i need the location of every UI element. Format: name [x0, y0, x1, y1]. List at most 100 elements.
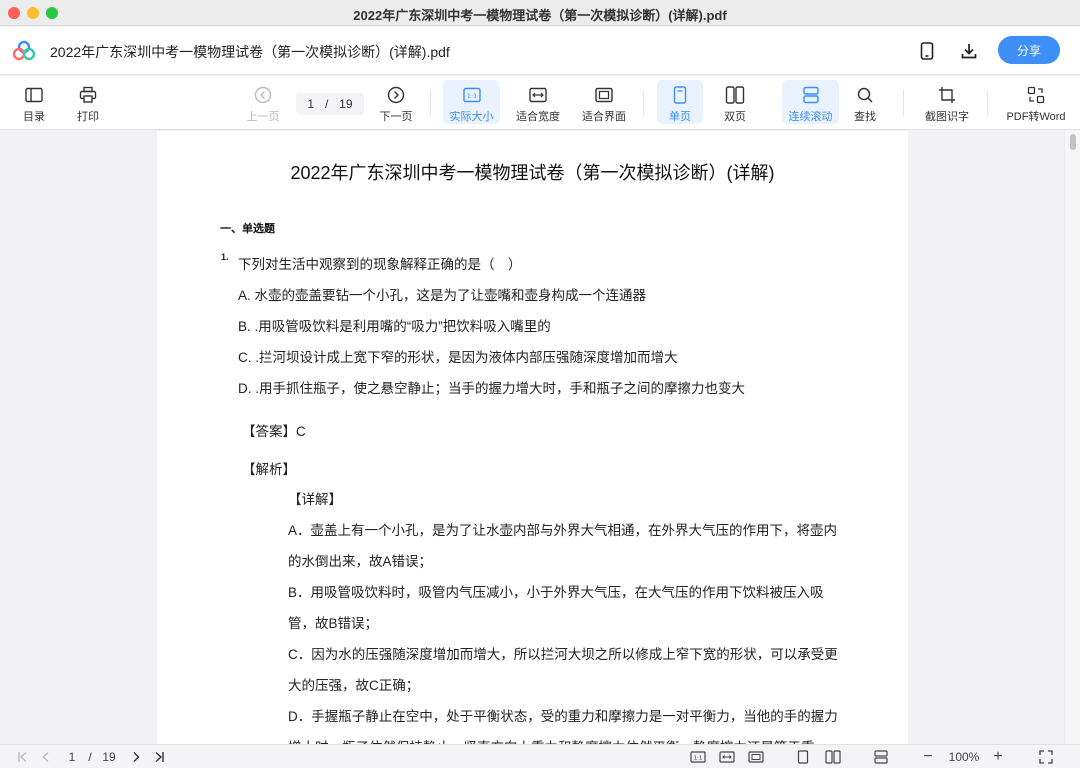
- toolbar: 目录 打印 上一页 1 / 19 下一页 1:1 实际大小 适合宽度 适合界面 …: [0, 76, 1080, 130]
- answer-line: 【答案】C: [242, 420, 306, 440]
- search-label: 查找: [854, 111, 876, 123]
- app-logo-icon: [12, 39, 36, 63]
- detail-line: B．用吸管吸饮料时，吸管内气压减小，小于外界大气压，在大气压的作用下饮料被压入吸: [288, 585, 824, 600]
- vertical-scrollbar[interactable]: [1064, 131, 1080, 744]
- answer-label: 【答案】: [242, 424, 296, 439]
- detail-line: D．手握瓶子静止在空中，处于平衡状态，受的重力和摩擦力是一对平衡力，当他的手的握…: [288, 709, 838, 724]
- svg-text:1:1: 1:1: [466, 92, 476, 100]
- fit-width-button[interactable]: 适合宽度: [512, 80, 564, 124]
- prev-page-icon[interactable]: [38, 748, 54, 766]
- zoom-out-button[interactable]: −: [918, 748, 938, 766]
- single-page-label: 单页: [669, 111, 691, 123]
- toolbar-divider: [430, 90, 431, 116]
- question-number: 1.: [221, 252, 229, 262]
- chevron-right-circle-icon: [387, 84, 405, 106]
- prev-page-button[interactable]: 上一页: [243, 80, 283, 124]
- share-button[interactable]: 分享: [998, 36, 1060, 64]
- toc-label: 目录: [23, 111, 45, 123]
- printer-icon: [79, 84, 97, 106]
- option-d: D. .用手抓住瓶子，使之悬空静止；当手的握力增大时，手和瓶子之间的摩擦力也变大: [238, 381, 746, 396]
- answer-value: C: [296, 424, 306, 439]
- document-viewer[interactable]: 2022年广东深圳中考一模物理试卷（第一次模拟诊断）(详解) 一、单选题 1. …: [0, 131, 1080, 744]
- option-c: C. .拦河坝设计成上宽下窄的形状，是因为液体内部压强随深度增加而增大: [238, 350, 678, 365]
- analysis-label: 【解析】: [242, 462, 296, 477]
- status-page-separator: /: [88, 750, 92, 764]
- page-number-box[interactable]: 1 / 19: [296, 93, 364, 115]
- status-total-pages: 19: [102, 750, 116, 764]
- search-button[interactable]: 查找: [845, 80, 885, 124]
- screenshot-ocr-button[interactable]: 截图识字: [920, 80, 974, 124]
- double-page-label: 双页: [724, 111, 746, 123]
- detail-line: C．因为水的压强随深度增加而增大，所以拦河大坝之所以修成上窄下宽的形状，可以承受…: [288, 647, 838, 662]
- status-bar: 1 / 19 1:1 − 100% +: [0, 744, 1080, 768]
- single-page-icon[interactable]: [793, 748, 813, 766]
- fullscreen-icon[interactable]: [1036, 748, 1056, 766]
- fit-screen-icon[interactable]: [746, 748, 766, 766]
- convert-icon: [1027, 84, 1045, 106]
- pdf-page: 2022年广东深圳中考一模物理试卷（第一次模拟诊断）(详解) 一、单选题 1. …: [157, 131, 908, 744]
- pdf-to-word-button[interactable]: PDF转Word: [1003, 80, 1069, 124]
- toolbar-divider: [987, 90, 988, 116]
- download-icon[interactable]: [957, 39, 981, 63]
- detail-line: A．壶盖上有一个小孔，是为了让水壶内部与外界大气相通，在外界大气压的作用下，将壶…: [288, 523, 838, 538]
- single-page-button[interactable]: 单页: [657, 80, 703, 124]
- option-a: A. 水壶的壶盖要钻一个小孔，这是为了让壶嘴和壶身构成一个连通器: [238, 288, 647, 303]
- option-b: B. .用吸管吸饮料是利用嘴的“吸力”把饮料吸入嘴里的: [238, 319, 551, 334]
- svg-text:1:1: 1:1: [694, 756, 703, 762]
- detail-label: 【详解】: [288, 492, 342, 507]
- chevron-left-circle-icon: [254, 84, 272, 106]
- actual-size-icon: 1:1: [462, 84, 481, 106]
- continuous-scroll-icon: [802, 84, 820, 106]
- search-icon: [856, 84, 874, 106]
- double-page-icon: [725, 84, 745, 106]
- toc-icon: [25, 84, 43, 106]
- total-pages: 19: [339, 97, 353, 111]
- zoom-in-button[interactable]: +: [988, 748, 1008, 766]
- title-bar: 2022年广东深圳中考一模物理试卷（第一次模拟诊断）(详解).pdf: [0, 0, 1080, 26]
- status-current-page[interactable]: 1: [64, 748, 80, 766]
- prev-page-label: 上一页: [246, 111, 280, 123]
- app-header: 2022年广东深圳中考一模物理试卷（第一次模拟诊断）(详解).pdf 分享: [0, 27, 1080, 75]
- toolbar-divider: [903, 90, 904, 116]
- pdf-document-heading: 2022年广东深圳中考一模物理试卷（第一次模拟诊断）(详解): [290, 163, 775, 183]
- continuous-scroll-button[interactable]: 连续滚动: [782, 80, 839, 124]
- fit-screen-button[interactable]: 适合界面: [578, 80, 630, 124]
- current-page-input[interactable]: 1: [307, 97, 314, 111]
- continuous-scroll-icon[interactable]: [870, 748, 892, 766]
- screenshot-ocr-label: 截图识字: [925, 111, 969, 123]
- phone-icon[interactable]: [915, 39, 939, 63]
- single-page-icon: [673, 84, 687, 106]
- actual-size-icon[interactable]: 1:1: [688, 748, 708, 766]
- detail-line: 大的压强，故C正确；: [288, 678, 420, 693]
- actual-size-button[interactable]: 1:1 实际大小: [443, 80, 500, 124]
- fit-width-icon: [529, 84, 547, 106]
- fit-screen-icon: [595, 84, 613, 106]
- print-label: 打印: [77, 111, 99, 123]
- scroll-thumb[interactable]: [1070, 134, 1076, 150]
- toc-button[interactable]: 目录: [14, 80, 54, 124]
- double-page-button[interactable]: 双页: [712, 80, 758, 124]
- document-title: 2022年广东深圳中考一模物理试卷（第一次模拟诊断）(详解).pdf: [50, 44, 450, 60]
- fit-width-icon[interactable]: [717, 748, 737, 766]
- fit-screen-label: 适合界面: [582, 111, 626, 123]
- double-page-icon[interactable]: [822, 748, 844, 766]
- last-page-icon[interactable]: [150, 748, 168, 766]
- crop-icon: [938, 84, 956, 106]
- continuous-scroll-label: 连续滚动: [788, 111, 833, 123]
- page-separator: /: [324, 97, 329, 111]
- detail-line: 管，故B错误；: [288, 616, 379, 631]
- detail-line: 增大时，瓶子依然保持静止，竖直方向上重力和静摩擦力依然平衡，静摩擦力还是等于重: [288, 736, 815, 744]
- fit-width-label: 适合宽度: [516, 111, 560, 123]
- window-title: 2022年广东深圳中考一模物理试卷（第一次模拟诊断）(详解).pdf: [353, 8, 727, 23]
- zoom-level[interactable]: 100%: [944, 748, 984, 766]
- toolbar-divider: [643, 90, 644, 116]
- first-page-icon[interactable]: [14, 748, 32, 766]
- detail-line: 的水倒出来，故A错误；: [288, 554, 433, 569]
- print-button[interactable]: 打印: [68, 80, 108, 124]
- actual-size-label: 实际大小: [449, 111, 494, 123]
- question-text: 下列对生活中观察到的现象解释正确的是（ ）: [238, 257, 522, 272]
- next-page-icon[interactable]: [128, 748, 144, 766]
- next-page-label: 下一页: [379, 111, 413, 123]
- app-window: 2022年广东深圳中考一模物理试卷（第一次模拟诊断）(详解).pdf 2022年…: [0, 0, 1080, 768]
- next-page-button[interactable]: 下一页: [376, 80, 416, 124]
